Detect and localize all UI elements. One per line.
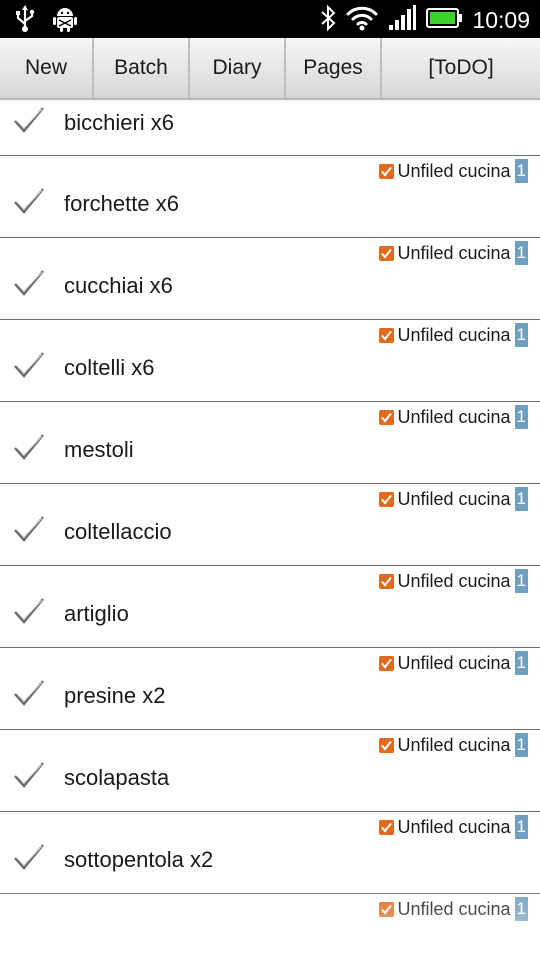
checkbox-icon	[379, 245, 395, 261]
checkbox-icon	[379, 819, 395, 835]
checkbox-icon	[379, 737, 395, 753]
todo-list[interactable]: bicchieri x6 Unfiled cucina 1 forchette …	[0, 100, 540, 960]
list-item[interactable]: Unfiled cucina 1 presine x2	[0, 648, 540, 730]
tag-label: Unfiled cucina	[397, 816, 511, 837]
tag-label: Unfiled cucina	[397, 406, 511, 427]
item-label: artiglio	[64, 601, 129, 626]
checkbox-icon	[379, 573, 395, 589]
tag-count-badge: 1	[514, 241, 528, 265]
tag-label: Unfiled cucina	[397, 734, 511, 755]
battery-icon	[426, 7, 463, 33]
checkmark-icon[interactable]	[12, 350, 46, 380]
list-item[interactable]: Unfiled cucina 1 scolapasta	[0, 730, 540, 812]
bluetooth-icon	[320, 4, 336, 36]
tag-count-badge: 1	[514, 897, 528, 921]
checkmark-icon[interactable]	[12, 186, 46, 216]
checkbox-icon	[379, 409, 395, 425]
item-label: coltelli x6	[64, 355, 155, 380]
wifi-icon	[346, 5, 378, 35]
tag-count-badge: 1	[514, 487, 528, 511]
tag-count-badge: 1	[514, 733, 528, 757]
tag-count-badge: 1	[514, 405, 528, 429]
status-time: 10:09	[472, 7, 530, 33]
pages-button[interactable]: Pages	[286, 38, 382, 98]
diary-button[interactable]: Diary	[190, 38, 286, 98]
checkmark-icon[interactable]	[12, 842, 46, 872]
item-label: mestoli	[64, 437, 134, 462]
item-label: cucchiai x6	[64, 273, 173, 298]
batch-button[interactable]: Batch	[94, 38, 190, 98]
category-tag: Unfiled cucina 1	[379, 569, 528, 593]
tag-label: Unfiled cucina	[397, 652, 511, 673]
toolbar: New Batch Diary Pages [ToDO]	[0, 38, 540, 100]
signal-icon	[388, 5, 417, 35]
android-debug-icon	[52, 5, 78, 37]
item-label: presine x2	[64, 683, 166, 708]
category-tag: Unfiled cucina 1	[379, 815, 528, 839]
category-tag: Unfiled cucina 1	[379, 323, 528, 347]
checkmark-icon[interactable]	[12, 268, 46, 298]
new-button[interactable]: New	[0, 38, 94, 98]
category-tag: Unfiled cucina 1	[379, 241, 528, 265]
tag-count-badge: 1	[514, 815, 528, 839]
list-item[interactable]: Unfiled cucina 1 coltellaccio	[0, 484, 540, 566]
tag-count-badge: 1	[514, 651, 528, 675]
item-label: forchette x6	[64, 191, 179, 216]
category-tag: Unfiled cucina 1	[379, 733, 528, 757]
checkmark-icon[interactable]	[12, 514, 46, 544]
category-tag: Unfiled cucina 1	[379, 405, 528, 429]
checkmark-icon[interactable]	[12, 678, 46, 708]
category-tag: Unfiled cucina 1	[379, 159, 528, 183]
tag-label: Unfiled cucina	[397, 570, 511, 591]
tag-count-badge: 1	[514, 323, 528, 347]
item-label: sottopentola x2	[64, 847, 214, 872]
item-label: scolapasta	[64, 765, 170, 790]
checkbox-icon	[379, 655, 395, 671]
checkmark-icon[interactable]	[12, 432, 46, 462]
list-item[interactable]: Unfiled cucina 1 mestoli	[0, 402, 540, 484]
status-bar: 10:09	[0, 0, 540, 38]
tag-count-badge: 1	[514, 159, 528, 183]
checkbox-icon	[379, 901, 395, 917]
list-item[interactable]: Unfiled cucina 1	[0, 894, 540, 960]
tag-label: Unfiled cucina	[397, 324, 511, 345]
todo-button[interactable]: [ToDO]	[382, 38, 540, 98]
tag-label: Unfiled cucina	[397, 242, 511, 263]
list-item[interactable]: bicchieri x6	[0, 100, 540, 156]
tag-label: Unfiled cucina	[397, 488, 511, 509]
list-item[interactable]: Unfiled cucina 1 forchette x6	[0, 156, 540, 238]
item-label: coltellaccio	[64, 519, 172, 544]
checkbox-icon	[379, 327, 395, 343]
checkbox-icon	[379, 163, 395, 179]
checkmark-icon[interactable]	[12, 760, 46, 790]
category-tag: Unfiled cucina 1	[379, 487, 528, 511]
category-tag: Unfiled cucina 1	[379, 651, 528, 675]
tag-count-badge: 1	[514, 569, 528, 593]
list-item[interactable]: Unfiled cucina 1 cucchiai x6	[0, 238, 540, 320]
list-item[interactable]: Unfiled cucina 1 artiglio	[0, 566, 540, 648]
checkmark-icon[interactable]	[12, 596, 46, 626]
checkmark-icon[interactable]	[12, 105, 46, 135]
category-tag: Unfiled cucina 1	[379, 897, 528, 921]
usb-icon	[14, 5, 36, 37]
list-item[interactable]: Unfiled cucina 1 coltelli x6	[0, 320, 540, 402]
checkbox-icon	[379, 491, 395, 507]
list-item[interactable]: Unfiled cucina 1 sottopentola x2	[0, 812, 540, 894]
item-label: bicchieri x6	[64, 110, 175, 135]
tag-label: Unfiled cucina	[397, 160, 511, 181]
tag-label: Unfiled cucina	[397, 898, 511, 919]
